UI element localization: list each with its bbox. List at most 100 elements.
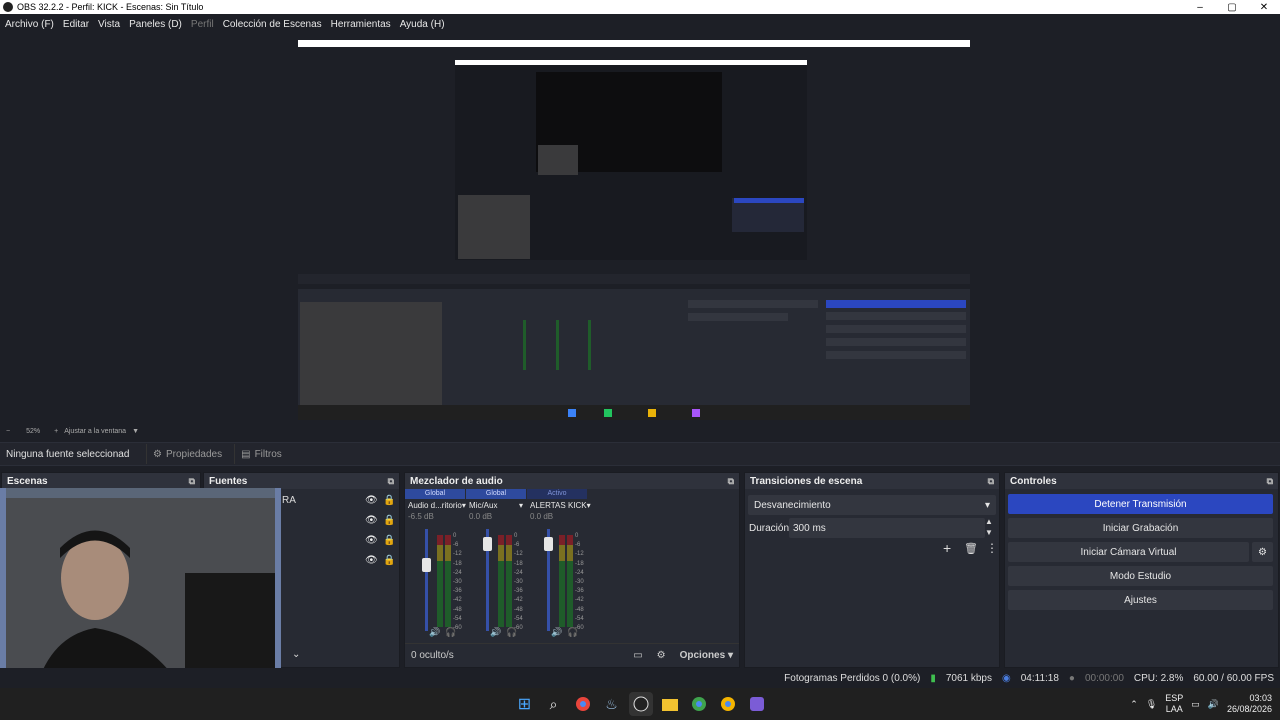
menu-herramientas[interactable]: Herramientas (328, 19, 394, 30)
lock-icon[interactable]: 🔒 (383, 495, 395, 506)
headphones-icon[interactable]: 🎧 (567, 627, 578, 638)
zoom-out-button[interactable]: − (6, 428, 10, 435)
meter-tick-label: -24 (575, 569, 584, 576)
undock-icon[interactable]: ⧉ (388, 476, 394, 487)
lock-icon[interactable]: 🔒 (383, 515, 395, 526)
headphones-icon[interactable]: 🎧 (506, 627, 517, 638)
start-virtual-camera-button[interactable]: Iniciar Cámara Virtual (1008, 542, 1249, 562)
filters-button[interactable]: ▤ Filtros (234, 444, 288, 464)
start-recording-button[interactable]: Iniciar Grabación (1008, 518, 1273, 538)
meter-tick-label: -12 (453, 551, 462, 558)
close-button[interactable]: ✕ (1248, 0, 1280, 14)
menu-coleccion-escenas[interactable]: Colección de Escenas (220, 19, 325, 30)
volume-meter-peak (567, 535, 573, 545)
channel-name: Audio d...ritorio (408, 501, 462, 510)
chevron-down-icon[interactable]: ⌄ (292, 649, 300, 660)
studio-mode-button[interactable]: Modo Estudio (1008, 566, 1273, 586)
channel-name-select[interactable]: Mic/Aux ▾ (466, 499, 526, 512)
undock-icon[interactable]: ⧉ (728, 476, 734, 487)
eye-icon[interactable]: 👁 (365, 495, 378, 506)
lock-icon[interactable]: 🔒 (383, 555, 395, 566)
properties-button[interactable]: ⚙ Propiedades (146, 444, 228, 464)
obs-icon[interactable] (628, 692, 653, 716)
virtual-camera-settings-button[interactable]: ⚙ (1252, 542, 1273, 562)
volume-slider-track[interactable] (425, 529, 428, 631)
advanced-audio-icon[interactable]: ⚙ (657, 650, 666, 661)
channel-db: -6.5 dB (408, 512, 434, 521)
chevron-up-icon[interactable]: ⌃ (1130, 699, 1138, 710)
channel-db: 0.0 dB (469, 512, 493, 521)
fit-window-label[interactable]: Ajustar a la ventana (64, 428, 126, 435)
file-explorer-icon[interactable] (658, 692, 682, 716)
settings-button[interactable]: Ajustes (1008, 590, 1273, 610)
menu-perfil[interactable]: Perfil (188, 19, 217, 30)
program-preview[interactable] (298, 40, 970, 420)
speaker-icon[interactable]: 🔊 (551, 627, 562, 638)
headphones-icon[interactable]: 🎧 (445, 627, 456, 638)
volume-meter-peak (445, 535, 451, 545)
chrome-icon[interactable] (571, 692, 595, 716)
mixer-channel: Global Mic/Aux ▾ 0.0 dB 0 -6 -12 -18 -24 -30 -36 -4… (466, 489, 526, 649)
language-indicator[interactable]: ESP LAA (1165, 693, 1183, 715)
meter-tick-label: -54 (514, 615, 523, 622)
channel-name-select[interactable]: Audio d...ritorio ▾ (405, 499, 466, 512)
microphone-icon[interactable]: 🎙 (1146, 699, 1157, 710)
menu-paneles[interactable]: Paneles (D) (126, 19, 185, 30)
menu-bar: Archivo (F) Editar Vista Paneles (D) Per… (0, 14, 1280, 34)
meter-tick-label: 0 (575, 533, 579, 539)
volume-slider-handle[interactable] (483, 537, 492, 552)
speaker-icon[interactable]: 🔊 (1208, 699, 1219, 710)
windows-start-icon[interactable]: ⊞ (513, 692, 537, 716)
eye-icon[interactable]: 👁 (365, 535, 378, 546)
display-icon[interactable]: ▭ (1191, 699, 1200, 710)
meter-tick-label: -42 (575, 597, 584, 604)
lock-icon[interactable]: 🔒 (383, 535, 395, 546)
channel-scope: Global (405, 489, 465, 499)
chrome-icon[interactable] (716, 692, 740, 716)
more-icon[interactable]: ⋮ (986, 541, 998, 555)
chevron-down-icon[interactable]: ▼ (132, 428, 139, 435)
search-icon[interactable]: ⌕ (542, 692, 566, 716)
eye-icon[interactable]: 👁 (365, 515, 378, 526)
options-button[interactable]: Opciones ▾ (680, 650, 733, 661)
volume-meter-warn (445, 545, 451, 561)
spin-up-icon[interactable]: ▲ (985, 517, 993, 526)
clock[interactable]: 03:03 26/08/2026 (1227, 693, 1272, 715)
menu-editar[interactable]: Editar (60, 19, 92, 30)
duration-input[interactable]: 300 ms (789, 518, 985, 538)
meter-tick-label: -24 (453, 569, 462, 576)
app-icon[interactable] (745, 692, 769, 716)
undock-icon[interactable]: ⧉ (1267, 476, 1273, 487)
trash-icon[interactable]: 🗑 (964, 542, 978, 555)
speaker-icon[interactable]: 🔊 (490, 627, 501, 638)
sources-title: Fuentes (209, 475, 248, 487)
undock-icon[interactable]: ⧉ (189, 476, 195, 487)
chrome-icon[interactable] (687, 692, 711, 716)
channel-name-select[interactable]: ALERTAS KICK ▾ (527, 499, 591, 512)
add-icon[interactable]: + (943, 540, 951, 556)
maximize-button[interactable]: ▢ (1216, 0, 1248, 14)
menu-archivo[interactable]: Archivo (F) (2, 19, 57, 30)
menu-ayuda[interactable]: Ayuda (H) (397, 19, 448, 30)
meter-tick-label: 0 (453, 533, 457, 539)
channel-db: 0.0 dB (530, 512, 554, 521)
eye-icon[interactable]: 👁 (365, 555, 378, 566)
meter-tick-label: -6 (575, 542, 581, 549)
volume-slider-handle[interactable] (544, 537, 553, 552)
hidden-count: 0 oculto/s (411, 650, 454, 661)
stop-stream-button[interactable]: Detener Transmisión (1008, 494, 1273, 514)
speaker-icon[interactable]: 🔊 (429, 627, 440, 638)
transition-selected: Desvanecimiento (754, 499, 831, 511)
spin-down-icon[interactable]: ▼ (985, 528, 993, 537)
transition-select[interactable]: Desvanecimiento ▾ (748, 495, 996, 515)
steam-icon[interactable]: ♨ (600, 692, 624, 716)
mixer-header: Mezclador de audio ⧉ (405, 473, 739, 489)
undock-icon[interactable]: ⧉ (988, 476, 994, 487)
channel-name: ALERTAS KICK (530, 501, 587, 510)
layout-icon[interactable]: ▭ (633, 650, 642, 661)
zoom-in-button[interactable]: + (54, 428, 58, 435)
menu-vista[interactable]: Vista (95, 19, 123, 30)
volume-slider-handle[interactable] (422, 557, 431, 572)
minimize-button[interactable]: – (1184, 0, 1216, 14)
sources-header: Fuentes ⧉ (204, 473, 399, 489)
